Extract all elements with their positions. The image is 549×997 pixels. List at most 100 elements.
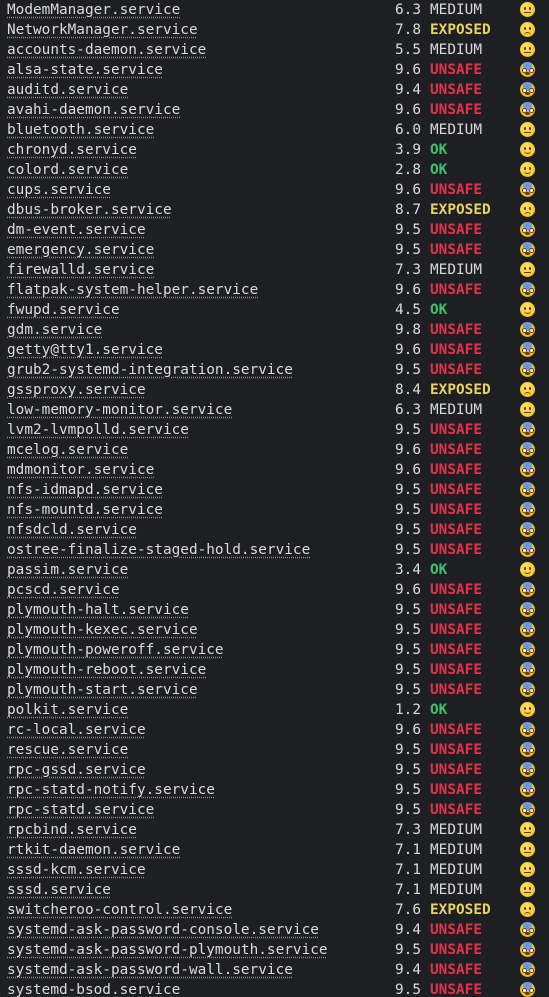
unit-name-link[interactable]: alsa-state.service <box>7 60 163 80</box>
unit-name-link[interactable]: gdm.service <box>7 320 102 340</box>
unit-name-link[interactable]: systemd-ask-password-console.service <box>7 920 319 940</box>
predicate-label: UNSAFE <box>430 622 482 638</box>
unit-name-link[interactable]: nfsdcld.service <box>7 520 137 540</box>
unit-name-link[interactable]: plymouth-start.service <box>7 680 198 700</box>
fearful-face-icon <box>520 762 535 777</box>
unit-name-link[interactable]: switcheroo-control.service <box>7 900 232 920</box>
unit-name-link[interactable]: low-memory-monitor.service <box>7 400 232 420</box>
unit-name-link[interactable]: rpc-statd-notify.service <box>7 780 215 800</box>
unit-name-link[interactable]: plymouth-kexec.service <box>7 620 198 640</box>
exposure-score: 9.4 <box>395 922 421 938</box>
unit-name-link[interactable]: polkit.service <box>7 700 128 720</box>
unit-name-link[interactable]: ModemManager.service <box>7 0 180 20</box>
predicate-label: UNSAFE <box>430 542 482 558</box>
unit-name-link[interactable]: plymouth-poweroff.service <box>7 640 224 660</box>
predicate-label: UNSAFE <box>430 682 482 698</box>
unit-name-link[interactable]: systemd-ask-password-wall.service <box>7 960 293 980</box>
slightly-smiling-face-icon <box>520 142 535 157</box>
unit-name-link[interactable]: colord.service <box>7 160 128 180</box>
unit-name-link[interactable]: lvm2-lvmpolld.service <box>7 420 189 440</box>
unit-name-link[interactable]: chronyd.service <box>7 140 137 160</box>
predicate-label: MEDIUM <box>430 842 482 858</box>
unit-name-link[interactable]: passim.service <box>7 560 128 580</box>
unit-name-link[interactable]: gssproxy.service <box>7 380 146 400</box>
service-row: nfsdcld.service 9.5 UNSAFE <box>0 520 549 540</box>
unit-name-link[interactable]: sssd-kcm.service <box>7 860 146 880</box>
service-row: ModemManager.service 6.3 MEDIUM <box>0 0 549 20</box>
predicate-label: UNSAFE <box>430 182 482 198</box>
exposure-score: 6.3 <box>395 402 421 418</box>
service-row: avahi-daemon.service 9.6 UNSAFE <box>0 100 549 120</box>
fearful-face-icon <box>520 362 535 377</box>
predicate-label: EXPOSED <box>430 382 491 398</box>
unit-name-link[interactable]: pcscd.service <box>7 580 120 600</box>
predicate-label: MEDIUM <box>430 2 482 18</box>
fearful-face-icon <box>520 102 535 117</box>
service-row: pcscd.service 9.6 UNSAFE <box>0 580 549 600</box>
unit-name-link[interactable]: rescue.service <box>7 740 128 760</box>
service-row: gdm.service 9.8 UNSAFE <box>0 320 549 340</box>
unit-name-link[interactable]: nfs-idmapd.service <box>7 480 163 500</box>
fearful-face-icon <box>520 342 535 357</box>
unit-name-link[interactable]: fwupd.service <box>7 300 120 320</box>
exposure-score: 9.8 <box>395 322 421 338</box>
predicate-label: UNSAFE <box>430 762 482 778</box>
service-row: accounts-daemon.service 5.5 MEDIUM <box>0 40 549 60</box>
unit-name-link[interactable]: rpc-gssd.service <box>7 760 146 780</box>
unit-name-link[interactable]: rpcbind.service <box>7 820 137 840</box>
unit-name-link[interactable]: ostree-finalize-staged-hold.service <box>7 540 310 560</box>
unit-name-link[interactable]: nfs-mountd.service <box>7 500 163 520</box>
slightly-smiling-face-icon <box>520 562 535 577</box>
service-row: plymouth-start.service 9.5 UNSAFE <box>0 680 549 700</box>
fearful-face-icon <box>520 982 535 997</box>
exposure-score: 9.6 <box>395 462 421 478</box>
service-row: bluetooth.service 6.0 MEDIUM <box>0 120 549 140</box>
neutral-face-icon <box>520 42 535 57</box>
unit-name-link[interactable]: rpc-statd.service <box>7 800 154 820</box>
unit-name-link[interactable]: getty@tty1.service <box>7 340 163 360</box>
unit-name-link[interactable]: firewalld.service <box>7 260 154 280</box>
fearful-face-icon <box>520 542 535 557</box>
exposure-score: 9.6 <box>395 282 421 298</box>
unit-name-link[interactable]: grub2-systemd-integration.service <box>7 360 293 380</box>
unit-name-link[interactable]: accounts-daemon.service <box>7 40 206 60</box>
service-row: gssproxy.service 8.4 EXPOSED <box>0 380 549 400</box>
service-row: auditd.service 9.4 UNSAFE <box>0 80 549 100</box>
fearful-face-icon <box>520 482 535 497</box>
service-row: plymouth-kexec.service 9.5 UNSAFE <box>0 620 549 640</box>
unit-name-link[interactable]: emergency.service <box>7 240 154 260</box>
predicate-label: UNSAFE <box>430 422 482 438</box>
unit-name-link[interactable]: mcelog.service <box>7 440 128 460</box>
slightly-smiling-face-icon <box>520 162 535 177</box>
unit-name-link[interactable]: mdmonitor.service <box>7 460 154 480</box>
unit-name-link[interactable]: plymouth-reboot.service <box>7 660 206 680</box>
exposure-score: 8.7 <box>395 202 421 218</box>
fearful-face-icon <box>520 802 535 817</box>
unit-name-link[interactable]: flatpak-system-helper.service <box>7 280 258 300</box>
predicate-label: UNSAFE <box>430 922 482 938</box>
slightly-smiling-face-icon <box>520 302 535 317</box>
unit-name-link[interactable]: dbus-broker.service <box>7 200 172 220</box>
unit-name-link[interactable]: rtkit-daemon.service <box>7 840 180 860</box>
unit-name-link[interactable]: rc-local.service <box>7 720 146 740</box>
fearful-face-icon <box>520 682 535 697</box>
unit-name-link[interactable]: NetworkManager.service <box>7 20 198 40</box>
predicate-label: MEDIUM <box>430 42 482 58</box>
unit-name-link[interactable]: systemd-ask-password-plymouth.service <box>7 940 328 960</box>
fearful-face-icon <box>520 62 535 77</box>
unit-name-link[interactable]: bluetooth.service <box>7 120 154 140</box>
exposure-score: 7.3 <box>395 262 421 278</box>
service-row: switcheroo-control.service 7.6 EXPOSED <box>0 900 549 920</box>
neutral-face-icon <box>520 862 535 877</box>
unit-name-link[interactable]: auditd.service <box>7 80 128 100</box>
unit-name-link[interactable]: plymouth-halt.service <box>7 600 189 620</box>
unit-name-link[interactable]: sssd.service <box>7 880 111 900</box>
unit-name-link[interactable]: dm-event.service <box>7 220 146 240</box>
unit-name-link[interactable]: cups.service <box>7 180 111 200</box>
neutral-face-icon <box>520 2 535 17</box>
fearful-face-icon <box>520 942 535 957</box>
unit-name-link[interactable]: avahi-daemon.service <box>7 100 180 120</box>
service-row: sssd-kcm.service 7.1 MEDIUM <box>0 860 549 880</box>
unit-name-link[interactable]: systemd-bsod.service <box>7 980 180 997</box>
predicate-label: EXPOSED <box>430 902 491 918</box>
